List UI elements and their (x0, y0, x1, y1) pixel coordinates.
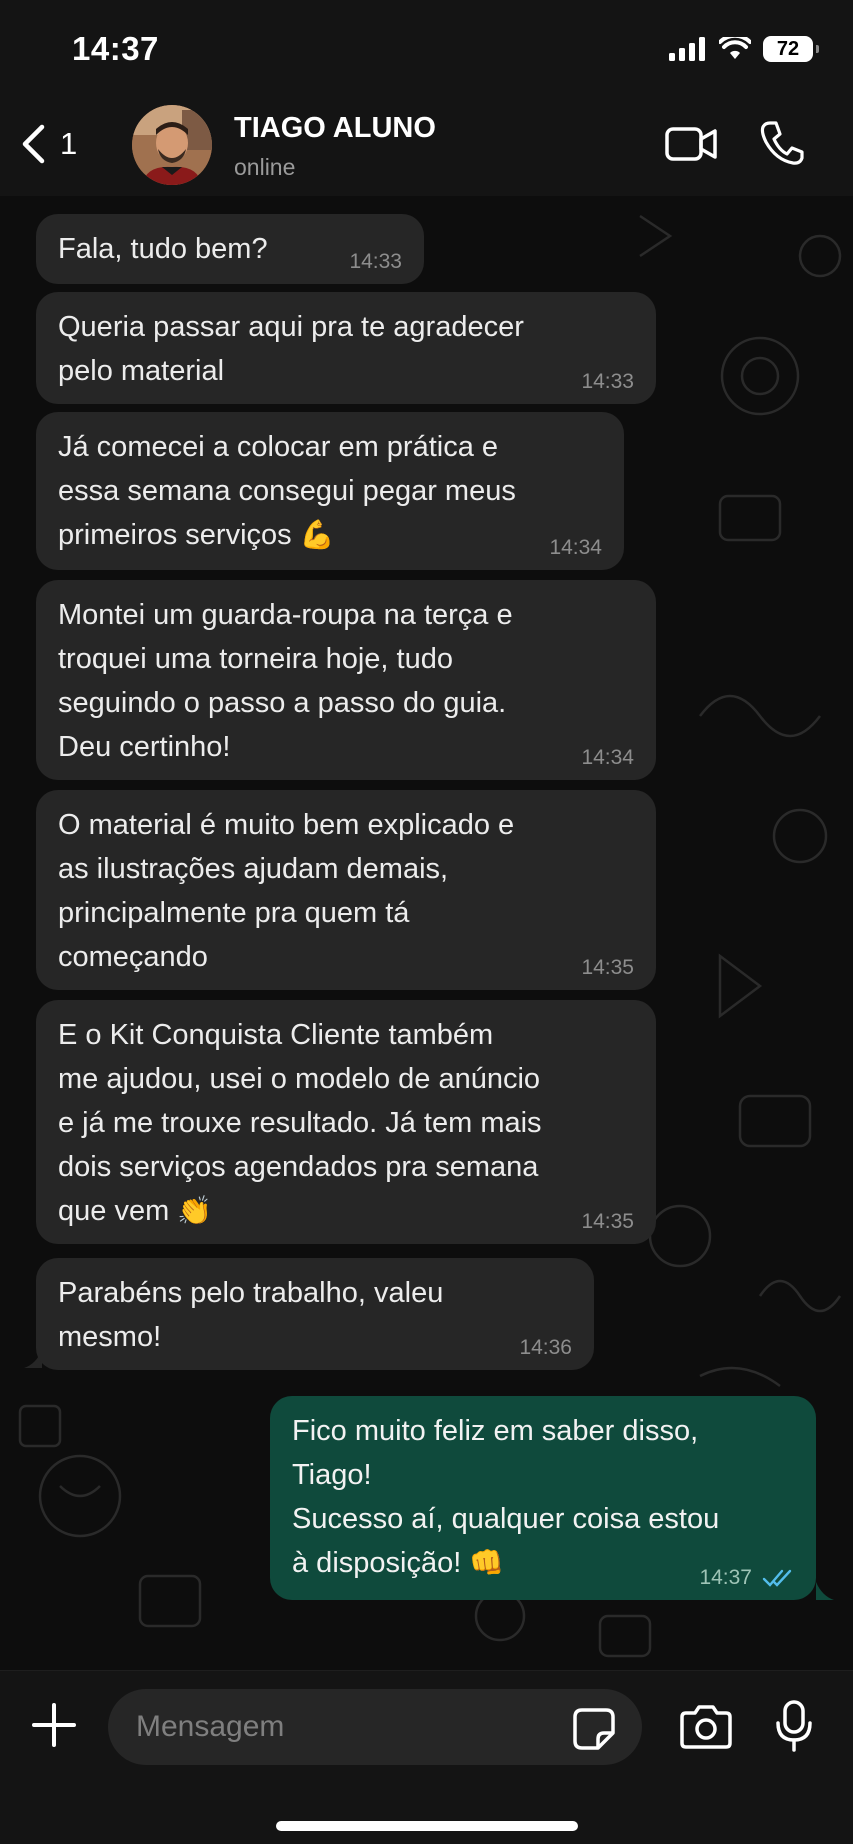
message-time: 14:34 (549, 536, 602, 559)
microphone-icon[interactable] (774, 1699, 814, 1753)
whatsapp-chat-screen: 14:37 72 1 TIAGO ALUNO online Fala, tudo… (0, 0, 853, 1844)
back-chevron-icon (22, 124, 45, 164)
camera-icon[interactable] (680, 1703, 732, 1749)
avatar[interactable] (132, 105, 212, 185)
video-call-icon[interactable] (664, 124, 718, 164)
read-ticks-icon (762, 1569, 792, 1587)
unread-count: 1 (60, 126, 78, 161)
chat-header: 1 TIAGO ALUNO online (0, 100, 853, 196)
status-indicators: 72 (669, 36, 819, 62)
plus-icon[interactable] (30, 1701, 78, 1749)
message-text: Fico muito feliz em saber disso, Tiago! … (292, 1415, 720, 1579)
message-time: 14:34 (581, 746, 634, 769)
message-time: 14:37 (699, 1566, 752, 1589)
status-bar: 14:37 72 (0, 0, 853, 100)
flexed-biceps-emoji: 💪 (299, 518, 335, 551)
message-time: 14:33 (349, 250, 402, 273)
signal-icon (669, 37, 705, 61)
message-text: Montei um guarda-roupa na terça e troque… (58, 599, 513, 763)
chat-messages-area[interactable]: Fala, tudo bem? 14:33 Queria passar aqui… (0, 196, 853, 1670)
message-bubble-incoming[interactable]: Fala, tudo bem? 14:33 (36, 214, 424, 284)
message-text: Queria passar aqui pra te agradecer pelo… (58, 311, 524, 387)
message-bubble-outgoing[interactable]: Fico muito feliz em saber disso, Tiago! … (270, 1396, 816, 1600)
sticker-icon[interactable] (572, 1707, 616, 1751)
message-text: Já comecei a colocar em prática e essa s… (58, 431, 516, 551)
message-text: O material é muito bem explicado e as il… (58, 809, 515, 973)
message-bubble-incoming[interactable]: Já comecei a colocar em prática e essa s… (36, 412, 624, 570)
message-bubble-incoming[interactable]: Queria passar aqui pra te agradecer pelo… (36, 292, 656, 404)
message-bubble-incoming[interactable]: Parabéns pelo trabalho, valeu mesmo! 14:… (36, 1258, 594, 1370)
message-text: Parabéns pelo trabalho, valeu mesmo! (58, 1277, 444, 1353)
message-bubble-incoming[interactable]: O material é muito bem explicado e as il… (36, 790, 656, 990)
message-bubble-incoming[interactable]: E o Kit Conquista Cliente também me ajud… (36, 1000, 656, 1244)
message-time: 14:36 (519, 1336, 572, 1359)
back-button[interactable]: 1 (20, 124, 77, 164)
message-bubble-incoming[interactable]: Montei um guarda-roupa na terça e troque… (36, 580, 656, 780)
message-time: 14:33 (581, 370, 634, 393)
message-input[interactable] (108, 1689, 642, 1765)
oncoming-fist-emoji: 👊 (469, 1546, 505, 1579)
message-text: Fala, tudo bem? (58, 233, 268, 265)
message-text: E o Kit Conquista Cliente também me ajud… (58, 1019, 542, 1227)
clapping-hands-emoji: 👏 (177, 1194, 213, 1227)
contact-name[interactable]: TIAGO ALUNO (234, 112, 436, 145)
message-composer (0, 1670, 853, 1844)
message-time: 14:35 (581, 956, 634, 979)
battery-icon: 72 (763, 36, 819, 62)
phone-call-icon[interactable] (760, 120, 804, 166)
contact-status: online (234, 154, 296, 180)
wifi-icon (719, 37, 751, 59)
home-indicator[interactable] (276, 1821, 578, 1831)
status-time: 14:37 (72, 30, 159, 67)
message-time: 14:35 (581, 1210, 634, 1233)
bubble-tail-out (816, 1582, 834, 1600)
